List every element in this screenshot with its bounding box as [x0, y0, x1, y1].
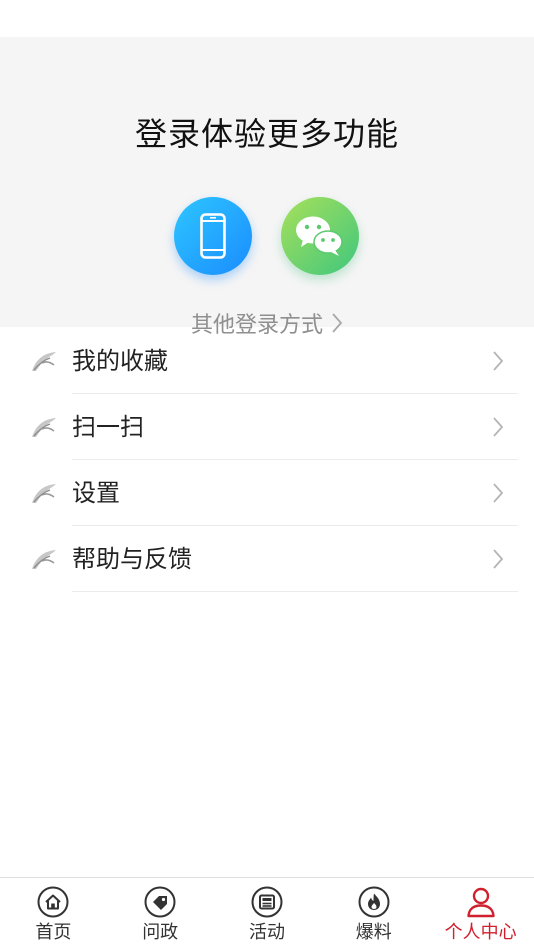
- user-icon: [465, 886, 497, 918]
- menu-item-favorites[interactable]: 我的收藏: [0, 328, 534, 394]
- profile-page: 登录体验更多功能 其他登录方式 我的收藏 扫一扫 设置 帮助与反馈 首页 问政 …: [0, 0, 534, 951]
- menu-list: 我的收藏 扫一扫 设置 帮助与反馈: [0, 328, 534, 592]
- wechat-icon: [296, 216, 343, 256]
- menu-item-label: 扫一扫: [72, 413, 144, 441]
- wechat-login-button[interactable]: [281, 197, 359, 275]
- chevron-right-icon: [493, 351, 504, 371]
- home-icon: [37, 886, 69, 918]
- tab-tipoff[interactable]: 爆料: [320, 878, 427, 951]
- status-bar: [0, 0, 534, 37]
- leaf-icon: [32, 484, 56, 503]
- tab-home[interactable]: 首页: [0, 878, 107, 951]
- chevron-right-icon: [493, 549, 504, 569]
- tab-activity[interactable]: 活动: [214, 878, 321, 951]
- tab-profile[interactable]: 个人中心: [427, 878, 534, 951]
- menu-item-label: 设置: [72, 479, 120, 507]
- phone-login-button[interactable]: [174, 197, 252, 275]
- menu-item-scan[interactable]: 扫一扫: [0, 394, 534, 460]
- tag-icon: [144, 886, 176, 918]
- login-title: 登录体验更多功能: [134, 115, 399, 153]
- newspaper-icon: [251, 886, 283, 918]
- tab-label: 问政: [142, 922, 179, 943]
- tab-label: 活动: [248, 922, 285, 943]
- divider: [72, 591, 518, 592]
- phone-icon: [200, 213, 226, 259]
- tab-label: 爆料: [355, 922, 392, 943]
- menu-item-settings[interactable]: 设置: [0, 460, 534, 526]
- tab-label: 首页: [35, 922, 72, 943]
- menu-item-label: 我的收藏: [72, 347, 168, 375]
- menu-item-label: 帮助与反馈: [72, 545, 192, 573]
- login-panel: 登录体验更多功能 其他登录方式: [0, 37, 534, 338]
- leaf-icon: [32, 418, 56, 437]
- menu-item-help-feedback[interactable]: 帮助与反馈: [0, 526, 534, 592]
- tab-label: 个人中心: [444, 922, 517, 943]
- chevron-right-icon: [493, 483, 504, 503]
- chevron-right-icon: [493, 417, 504, 437]
- tab-inquiry[interactable]: 问政: [107, 878, 214, 951]
- flame-icon: [358, 886, 390, 918]
- leaf-icon: [32, 352, 56, 371]
- leaf-icon: [32, 550, 56, 569]
- bottom-tab-bar: 首页 问政 活动 爆料 个人中心: [0, 877, 534, 951]
